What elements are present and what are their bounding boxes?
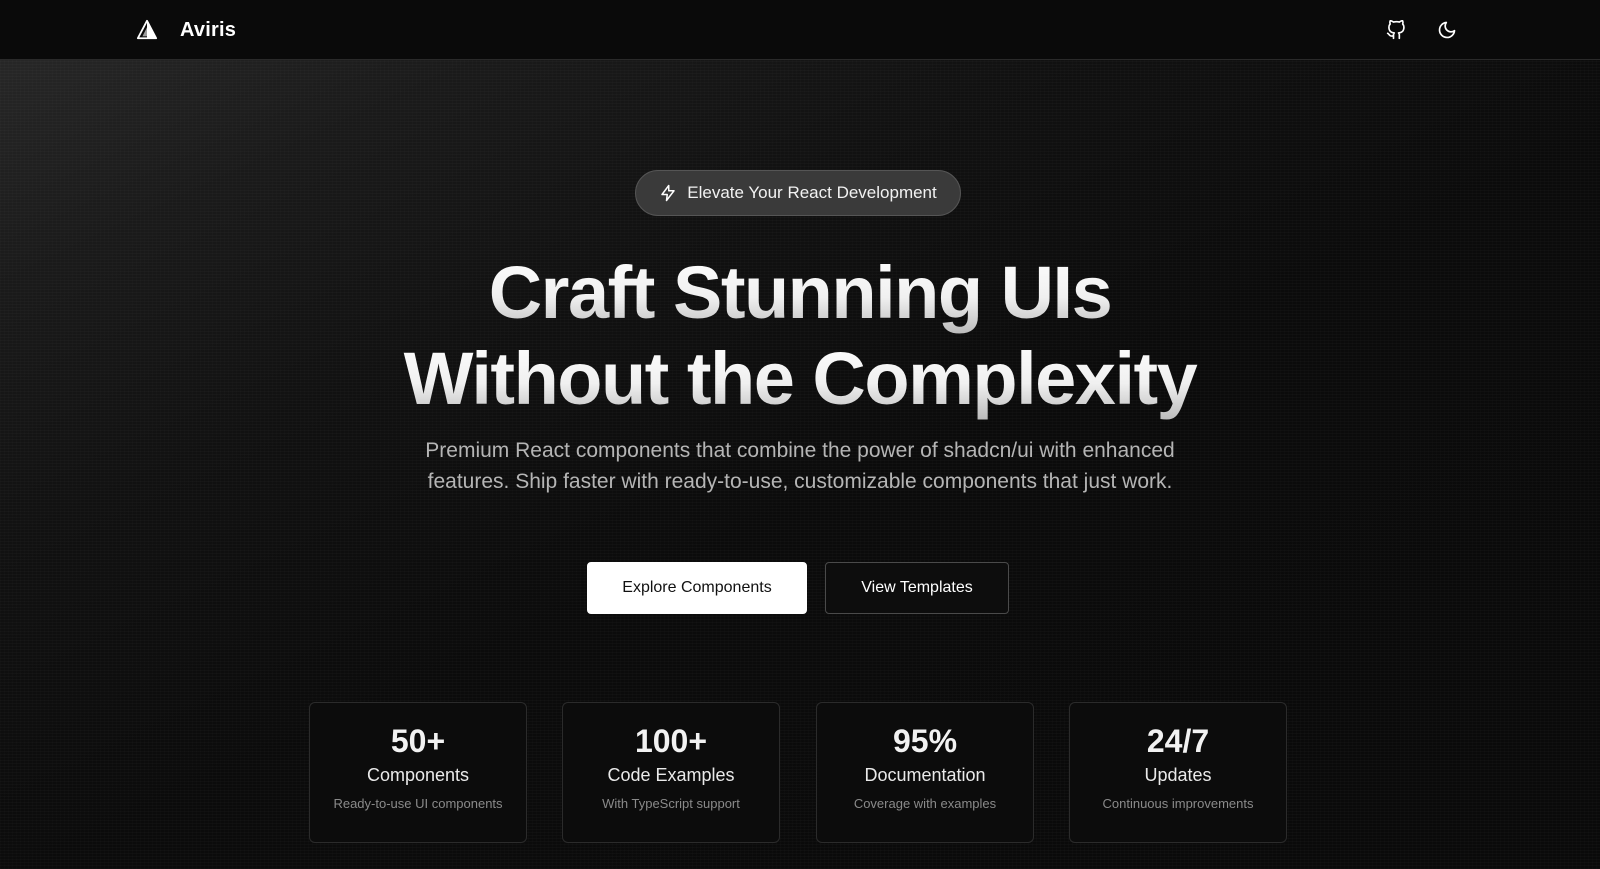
moon-icon xyxy=(1438,21,1456,39)
triangle-logo-icon xyxy=(136,19,158,40)
stat-description: Continuous improvements xyxy=(1102,796,1254,811)
brand-name: Aviris xyxy=(180,18,237,41)
hero-headline: Craft Stunning UIs Without the Complexit… xyxy=(0,250,1600,422)
brand-link[interactable]: Aviris xyxy=(136,16,236,44)
hero-badge: Elevate Your React Development xyxy=(635,170,961,216)
github-button[interactable] xyxy=(1383,17,1409,43)
stat-description: With TypeScript support xyxy=(602,796,740,811)
hero-subtitle: Premium React components that combine th… xyxy=(425,439,1175,493)
stat-value: 95% xyxy=(892,723,958,759)
stat-value: 100+ xyxy=(634,723,708,759)
view-templates-button[interactable]: View Templates xyxy=(825,562,1009,614)
explore-components-button[interactable]: Explore Components xyxy=(587,562,807,614)
stat-value: 50+ xyxy=(390,723,446,759)
stat-title: Documentation xyxy=(864,765,986,785)
stat-card-updates: 24/7 Updates Continuous improvements xyxy=(1069,702,1287,843)
github-icon xyxy=(1386,20,1405,40)
top-navbar: Aviris xyxy=(0,0,1600,60)
stat-card-components: 50+ Components Ready-to-use UI component… xyxy=(309,702,527,843)
stat-card-code-examples: 100+ Code Examples With TypeScript suppo… xyxy=(562,702,780,843)
lightning-icon xyxy=(661,184,675,202)
headline-line-2: Without the Complexity xyxy=(0,336,1600,422)
badge-text: Elevate Your React Development xyxy=(687,183,937,202)
stat-description: Ready-to-use UI components xyxy=(333,796,503,811)
stat-description: Coverage with examples xyxy=(853,796,997,811)
landing-page: Aviris Elevate Your React Development Cr… xyxy=(0,0,1600,869)
stat-title: Code Examples xyxy=(607,765,735,785)
headline-line-1: Craft Stunning UIs xyxy=(0,250,1600,336)
stat-title: Components xyxy=(366,765,470,785)
stat-value: 24/7 xyxy=(1146,723,1210,759)
stat-title: Updates xyxy=(1144,765,1212,785)
theme-toggle-button[interactable] xyxy=(1434,17,1460,43)
stat-card-documentation: 95% Documentation Coverage with examples xyxy=(816,702,1034,843)
